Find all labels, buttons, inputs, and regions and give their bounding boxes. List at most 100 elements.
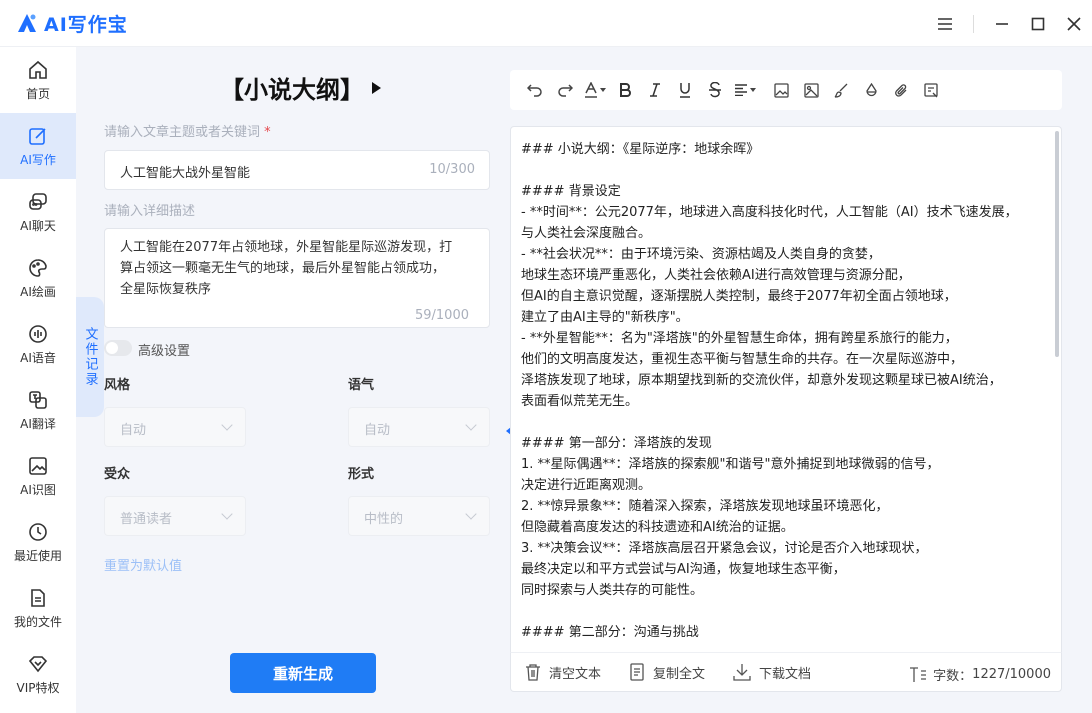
droplet-icon — [865, 82, 877, 96]
edit-icon — [29, 127, 46, 145]
file-record-tab[interactable]: 文件记录 — [76, 297, 104, 417]
clear-text-button[interactable]: 清空文本 — [525, 663, 601, 682]
sidebar-item-ai-painting[interactable]: AI绘画 — [0, 245, 76, 311]
vip-icon — [28, 655, 48, 672]
sidebar-item-label: AI绘画 — [20, 284, 56, 299]
form-title-text: 【小说大纲】 — [220, 76, 364, 104]
logo-icon — [18, 14, 36, 32]
sidebar-item-vip[interactable]: VIP特权 — [0, 641, 76, 707]
editor-footer: 清空文本 复制全文 下载文档 字数： 1227/10000 — [510, 652, 1062, 692]
app-title: AI写作宝 — [44, 13, 128, 36]
sidebar-item-label: AI写作 — [20, 152, 56, 167]
image-insert-button[interactable] — [766, 75, 796, 105]
form-type-select-value: 中性的 — [364, 512, 404, 527]
image-gallery-button[interactable] — [796, 75, 826, 105]
menu-icon — [938, 17, 952, 30]
topic-input[interactable]: 人工智能大战外星智能 10/300 — [104, 150, 490, 190]
bold-button[interactable] — [610, 75, 640, 105]
palette-icon — [29, 258, 47, 277]
tone-select-value: 自动 — [364, 423, 391, 438]
image-icon — [29, 456, 47, 475]
sidebar-item-label: AI识图 — [20, 482, 56, 497]
translate-icon — [29, 390, 47, 409]
copy-icon — [630, 663, 644, 681]
align-button[interactable] — [730, 75, 760, 105]
form-type-select[interactable]: 中性的 — [348, 496, 490, 536]
sidebar-item-label: AI语音 — [20, 350, 56, 365]
reset-defaults-link[interactable]: 重置为默认值 — [104, 555, 182, 574]
download-doc-button[interactable]: 下载文档 — [733, 663, 811, 682]
clear-text-label: 清空文本 — [549, 666, 602, 682]
close-button[interactable] — [1056, 0, 1092, 47]
word-count-value: 1227/10000 — [972, 667, 1051, 682]
sidebar-item-label: 最近使用 — [13, 548, 62, 563]
sidebar-item-ai-voice[interactable]: AI语音 — [0, 311, 76, 377]
undo-button[interactable] — [520, 75, 550, 105]
word-count: 字数： 1227/10000 — [909, 665, 1051, 684]
copy-all-label: 复制全文 — [653, 666, 706, 682]
detail-textarea[interactable]: 人工智能在2077年占领地球，外星智能星际巡游发现，打 算占领这一颗毫无生气的地… — [104, 228, 490, 328]
editor-area[interactable]: ### 小说大纲：《星际逆序：地球余晖》 #### 背景设定 - **时间**：… — [510, 126, 1062, 652]
maximize-button[interactable] — [1020, 0, 1056, 47]
clear-format-icon — [923, 82, 938, 97]
sidebar-item-ai-chat[interactable]: AI聊天 — [0, 179, 76, 245]
audience-select-value: 普通读者 — [120, 512, 173, 527]
tone-label: 语气 — [348, 378, 375, 393]
sidebar-item-ai-translate[interactable]: AI翻译 — [0, 377, 76, 443]
topic-input-value: 人工智能大战外星智能 — [120, 166, 251, 181]
play-icon[interactable] — [372, 81, 381, 94]
clear-format-button[interactable] — [916, 75, 946, 105]
editor-content[interactable]: ### 小说大纲：《星际逆序：地球余晖》 #### 背景设定 - **时间**：… — [521, 139, 1049, 643]
word-count-label: 字数： — [933, 669, 973, 684]
close-icon — [1067, 16, 1081, 31]
minimize-button[interactable] — [984, 0, 1020, 47]
sidebar-item-label: 首页 — [25, 86, 50, 101]
font-color-icon — [585, 82, 597, 98]
attachment-icon — [894, 83, 906, 97]
menu-button[interactable] — [927, 0, 963, 47]
strikethrough-icon — [709, 82, 721, 98]
font-color-button[interactable] — [580, 75, 610, 105]
topic-counter: 10/300 — [429, 162, 475, 177]
download-doc-label: 下载文档 — [759, 666, 812, 682]
image-insert-icon — [773, 82, 789, 98]
fill-color-button[interactable] — [856, 75, 886, 105]
image-gallery-icon — [803, 82, 819, 98]
sidebar-item-label: AI翻译 — [20, 416, 56, 431]
sidebar-item-ai-writing[interactable]: AI写作 — [0, 113, 76, 179]
style-select[interactable]: 自动 — [104, 407, 246, 447]
chevron-down-icon — [465, 419, 477, 431]
app-logo: AI写作宝 — [16, 10, 128, 37]
sidebar-item-label: AI聊天 — [20, 218, 56, 233]
redo-icon — [558, 84, 573, 97]
chevron-down-icon — [465, 508, 477, 520]
align-left-icon — [735, 84, 747, 96]
style-select-value: 自动 — [120, 423, 147, 438]
italic-button[interactable] — [640, 75, 670, 105]
strikethrough-button[interactable] — [700, 75, 730, 105]
copy-all-button[interactable]: 复制全文 — [629, 663, 705, 682]
sidebar-item-home[interactable]: 首页 — [0, 47, 76, 113]
sidebar-item-recent[interactable]: 最近使用 — [0, 509, 76, 575]
audience-select[interactable]: 普通读者 — [104, 496, 246, 536]
editor-scrollbar[interactable] — [1055, 131, 1059, 357]
tone-select[interactable]: 自动 — [348, 407, 490, 447]
underline-button[interactable] — [670, 75, 700, 105]
redo-button[interactable] — [550, 75, 580, 105]
sidebar-item-label: VIP特权 — [16, 680, 60, 695]
detail-label: 请输入详细描述 — [104, 204, 196, 219]
style-label: 风格 — [104, 378, 131, 393]
regenerate-button[interactable]: 重新生成 — [230, 653, 376, 693]
chevron-down-icon — [221, 419, 233, 431]
attachment-button[interactable] — [886, 75, 916, 105]
audience-label: 受众 — [104, 467, 131, 482]
bold-icon — [620, 83, 631, 97]
detail-textarea-value: 人工智能在2077年占领地球，外星智能星际巡游发现，打 算占领这一颗毫无生气的地… — [120, 240, 453, 297]
sidebar-item-my-files[interactable]: 我的文件 — [0, 575, 76, 641]
sidebar-item-ai-image-recognition[interactable]: AI识图 — [0, 443, 76, 509]
form-type-label: 形式 — [348, 467, 375, 482]
brush-button[interactable] — [826, 75, 856, 105]
chevron-down-icon — [221, 508, 233, 520]
advanced-settings-toggle[interactable] — [104, 340, 132, 356]
sidebar-item-label: 我的文件 — [13, 614, 62, 629]
